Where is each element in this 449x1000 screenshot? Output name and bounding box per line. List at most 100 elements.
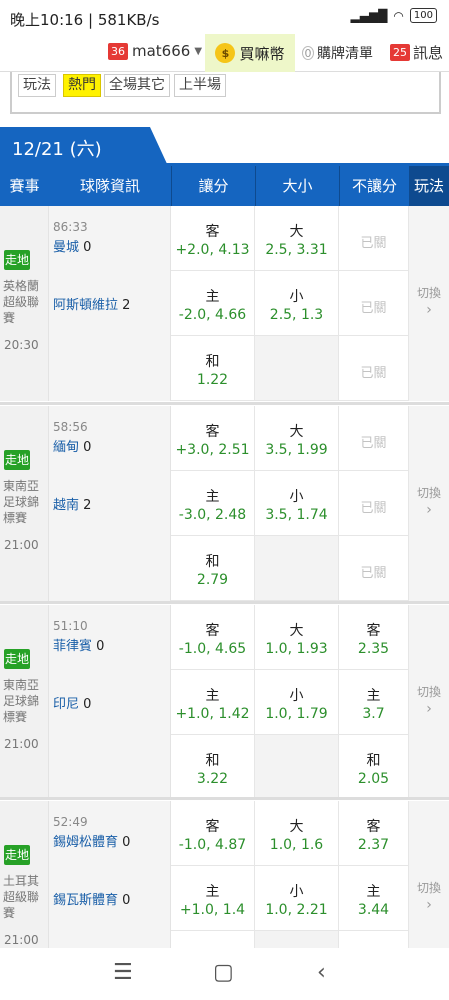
match-info: 走地 英格蘭超級聯賽 20:30 <box>0 206 49 401</box>
away-score: 0 <box>83 240 92 255</box>
odds-value: 1.0, 1.79 <box>265 706 328 722</box>
closed-label: 已關 <box>360 566 387 581</box>
home-score: 2 <box>83 498 92 513</box>
col-over-under: 大小 <box>255 166 339 206</box>
odds-value: 2.5, 1.3 <box>269 307 324 323</box>
odds-cell-spread[interactable]: 主 -3.0, 2.48 <box>171 471 255 536</box>
odds-cell-spread[interactable]: 主 +1.0, 1.4 <box>171 866 255 931</box>
odds-cell-spread[interactable]: 主 -2.0, 4.66 <box>171 271 255 336</box>
switch-play-type[interactable]: 切換 › <box>409 206 449 401</box>
home-icon[interactable]: ▢ <box>213 960 234 985</box>
match-clock: 51:10 <box>53 619 88 633</box>
match-divider <box>0 402 449 405</box>
filter-first-half[interactable]: 上半場 <box>174 74 226 97</box>
caret-down-icon: ▼ <box>194 45 203 57</box>
odds-value: 2.37 <box>357 837 390 853</box>
buy-coins-button[interactable]: $ 買嘛幣 <box>205 34 295 72</box>
menu-icon[interactable]: ☰ <box>113 960 133 985</box>
home-team[interactable]: 錫瓦斯體育 0 <box>53 889 130 908</box>
col-spread: 讓分 <box>171 166 255 206</box>
odds-label: 主 <box>366 884 381 900</box>
odds-cell-ml[interactable]: 主 3.44 <box>339 866 409 931</box>
odds-label: 主 <box>366 688 381 704</box>
switch-play-type[interactable]: 切換 › <box>409 605 449 800</box>
odds-cell-closed: 已關 <box>339 271 409 336</box>
home-team[interactable]: 阿斯頓維拉 2 <box>53 294 130 313</box>
odds-label: 客 <box>205 224 220 240</box>
away-team-name: 曼城 <box>53 240 80 255</box>
odds-cell-ou[interactable]: 小 3.5, 1.74 <box>255 471 339 536</box>
odds-cell-ml[interactable]: 客 2.37 <box>339 801 409 866</box>
odds-label: 主 <box>205 884 220 900</box>
account-menu[interactable]: 36 mat666 ▼ <box>108 42 202 60</box>
odds-cell-spread[interactable]: 客 -1.0, 4.87 <box>171 801 255 866</box>
odds-label: 小 <box>289 489 304 505</box>
odds-cell-spread[interactable]: 和 1.22 <box>171 336 255 401</box>
match-divider <box>0 797 449 800</box>
switch-label: 切換 <box>416 881 441 895</box>
bet-slip-link[interactable]: 0 購牌清單 <box>302 43 373 63</box>
messages-badge: 25 <box>390 44 410 61</box>
back-icon[interactable]: ‹ <box>317 960 326 985</box>
away-team-name: 菲律賓 <box>53 639 93 654</box>
messages-label: 訊息 <box>413 44 444 62</box>
odds-label: 小 <box>289 289 304 305</box>
date-tab[interactable]: 12/21 (六) <box>0 127 449 166</box>
odds-cell-ou[interactable]: 大 1.0, 1.6 <box>255 801 339 866</box>
away-team[interactable]: 緬甸 0 <box>53 436 91 455</box>
odds-value: +2.0, 4.13 <box>175 242 250 258</box>
messages-link[interactable]: 25 訊息 <box>390 42 443 63</box>
battery-icon: 100 <box>409 8 437 23</box>
odds-value: -1.0, 4.87 <box>178 837 247 853</box>
home-team[interactable]: 越南 2 <box>53 494 91 513</box>
coin-icon: $ <box>215 43 236 63</box>
chevron-right-icon: › <box>426 701 432 717</box>
away-team[interactable]: 錫姆松體育 0 <box>53 831 130 850</box>
odds-value: 1.0, 1.6 <box>269 837 324 853</box>
odds-cell-ml[interactable]: 和 2.05 <box>339 735 409 800</box>
status-time: 晚上10:16 | 581KB/s <box>10 11 160 29</box>
odds-cell-ou[interactable]: 大 2.5, 3.31 <box>255 206 339 271</box>
away-team[interactable]: 菲律賓 0 <box>53 635 104 654</box>
kickoff-time: 21:00 <box>4 933 39 947</box>
kickoff-time: 21:00 <box>4 538 39 552</box>
odds-cell-ou[interactable]: 小 1.0, 1.79 <box>255 670 339 735</box>
away-team[interactable]: 曼城 0 <box>53 236 91 255</box>
odds-value: 3.5, 1.99 <box>265 442 328 458</box>
home-score: 2 <box>122 298 131 313</box>
odds-value: 2.79 <box>196 572 229 588</box>
odds-cell-spread[interactable]: 客 +2.0, 4.13 <box>171 206 255 271</box>
odds-cell-ml[interactable]: 主 3.7 <box>339 670 409 735</box>
team-info: 86:33 曼城 0 阿斯頓維拉 2 <box>49 206 171 401</box>
odds-cell-spread[interactable]: 客 -1.0, 4.65 <box>171 605 255 670</box>
filter-hot[interactable]: 熱門 <box>63 74 101 97</box>
odds-cell-ml[interactable]: 客 2.35 <box>339 605 409 670</box>
league-name: 土耳其超級聯賽 <box>3 874 40 920</box>
live-badge: 走地 <box>4 450 30 470</box>
closed-label: 已關 <box>360 436 387 451</box>
odds-cell-spread[interactable]: 客 +3.0, 2.51 <box>171 406 255 471</box>
odds-cell-ou[interactable]: 大 3.5, 1.99 <box>255 406 339 471</box>
bet-slip-label: 購牌清單 <box>317 46 373 62</box>
chevron-right-icon: › <box>426 502 432 518</box>
away-score: 0 <box>96 639 105 654</box>
odds-cell-spread[interactable]: 和 3.22 <box>171 735 255 800</box>
col-event: 賽事 <box>9 177 40 195</box>
match-info: 走地 東南亞足球錦標賽 21:00 <box>0 406 49 601</box>
odds-cell-closed: 已關 <box>339 471 409 536</box>
col-team-info: 球隊資訊 <box>79 177 140 195</box>
odds-cell-spread[interactable]: 和 2.79 <box>171 536 255 601</box>
match-row: 走地 東南亞足球錦標賽 21:00 51:10 菲律賓 0 印尼 0 客 -1.… <box>0 605 449 800</box>
odds-cell-ou[interactable]: 大 1.0, 1.93 <box>255 605 339 670</box>
odds-cell-spread[interactable]: 主 +1.0, 1.42 <box>171 670 255 735</box>
home-score: 0 <box>122 893 131 908</box>
switch-play-type[interactable]: 切換 › <box>409 406 449 601</box>
home-team[interactable]: 印尼 0 <box>53 693 91 712</box>
away-score: 0 <box>83 440 92 455</box>
filter-full-time-other[interactable]: 全場其它 <box>104 74 170 97</box>
odds-cell-ou[interactable]: 小 2.5, 1.3 <box>255 271 339 336</box>
match-row: 走地 東南亞足球錦標賽 21:00 58:56 緬甸 0 越南 2 客 +3.0… <box>0 406 449 601</box>
odds-value: +1.0, 1.42 <box>175 706 250 722</box>
odds-cell-ou[interactable]: 小 1.0, 2.21 <box>255 866 339 931</box>
odds-label: 小 <box>289 688 304 704</box>
